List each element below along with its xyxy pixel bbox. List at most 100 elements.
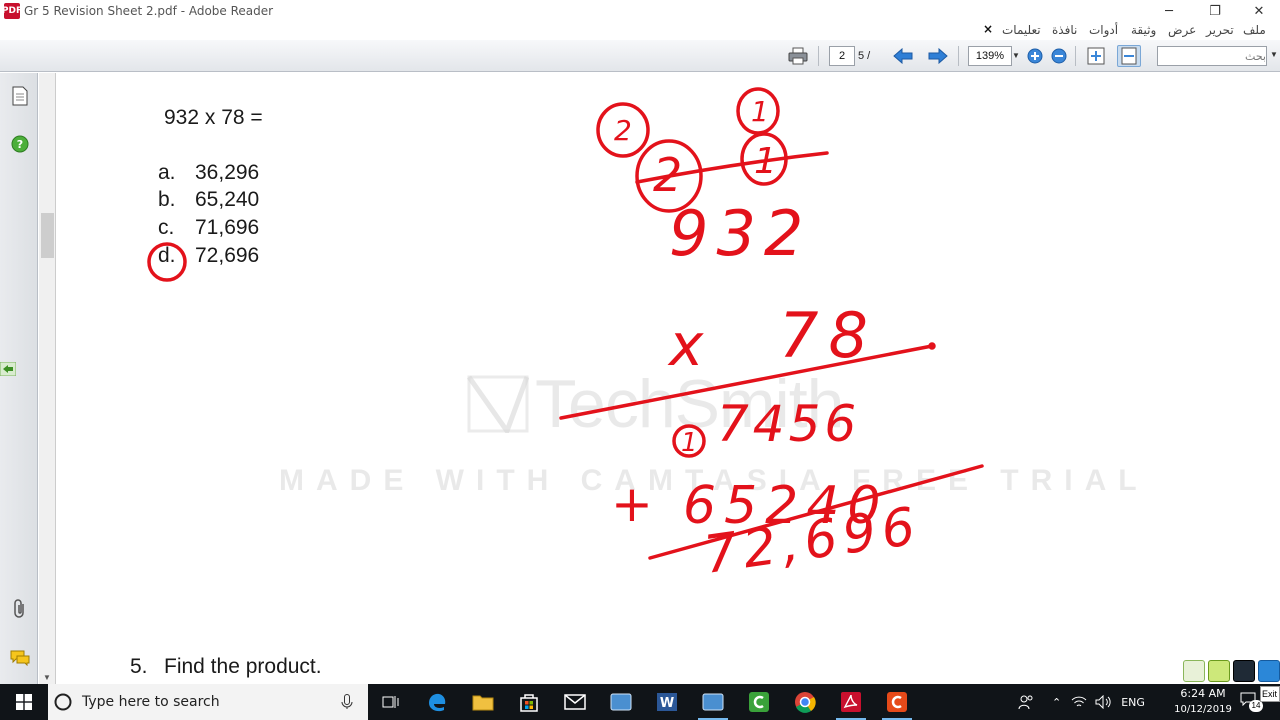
vertical-scrollbar[interactable]: ▼ bbox=[39, 73, 56, 684]
acrobat-icon bbox=[841, 692, 861, 712]
scroll-down-icon[interactable]: ▼ bbox=[43, 673, 51, 682]
edge-icon bbox=[429, 693, 446, 712]
system-clock[interactable]: 6:24 AM 10/12/2019 bbox=[1170, 686, 1236, 718]
window-title: Gr 5 Revision Sheet 2.pdf - Adobe Reader bbox=[24, 4, 274, 18]
recorder-exit-tag[interactable]: Exit bbox=[1260, 686, 1280, 702]
zoom-out-button[interactable] bbox=[1047, 45, 1071, 67]
word-icon: W bbox=[657, 693, 677, 711]
menu-file[interactable]: ملف bbox=[1243, 23, 1266, 37]
task-view-button[interactable] bbox=[368, 684, 414, 720]
multiplicand: 932 bbox=[669, 197, 811, 270]
clock-date: 10/12/2019 bbox=[1174, 704, 1232, 715]
shopping-bag-icon bbox=[520, 694, 538, 712]
zoom-in-icon bbox=[1027, 48, 1043, 64]
trash-icon[interactable] bbox=[1208, 660, 1230, 682]
menu-edit[interactable]: تحرير bbox=[1206, 23, 1234, 37]
taskbar-chrome[interactable] bbox=[782, 684, 828, 720]
network-app-icon bbox=[610, 693, 632, 711]
menu-help[interactable]: تعليمات bbox=[1002, 23, 1041, 37]
search-input[interactable] bbox=[1157, 46, 1267, 66]
camera-icon[interactable] bbox=[1233, 660, 1255, 682]
pages-panel-button[interactable] bbox=[9, 85, 31, 107]
svg-text:W: W bbox=[660, 696, 674, 711]
taskbar-search[interactable]: Type here to search bbox=[48, 684, 368, 720]
toolbar: 2 5 / 139% ▼ ▼ bbox=[0, 40, 1280, 72]
document-page: 932 x 78 = a. 36,296 b. 65,240 c. 71,696… bbox=[57, 73, 1280, 684]
minimize-button[interactable]: ─ bbox=[1146, 0, 1192, 22]
help-panel-button[interactable]: ? bbox=[9, 133, 31, 155]
print-button[interactable] bbox=[786, 45, 810, 67]
system-tray: ⌃ ENG bbox=[1018, 684, 1145, 720]
carry-digit: 1 bbox=[681, 428, 698, 458]
attachments-button[interactable] bbox=[9, 598, 31, 620]
camtasia-icon bbox=[749, 692, 769, 712]
arrow-left-icon bbox=[0, 362, 16, 376]
taskbar-word[interactable]: W bbox=[644, 684, 690, 720]
search-placeholder: Type here to search bbox=[82, 694, 220, 710]
input-language[interactable]: ENG bbox=[1121, 696, 1145, 709]
page-total: 5 / bbox=[858, 50, 871, 62]
volume-icon[interactable] bbox=[1095, 695, 1111, 709]
menu-bar: ملف تحرير عرض وثيقة أدوات نافذة تعليمات … bbox=[0, 22, 1280, 40]
toolbar-separator bbox=[818, 46, 819, 66]
page-thumbnail-icon bbox=[12, 86, 28, 106]
taskbar-edge[interactable] bbox=[414, 684, 460, 720]
arrow-right-icon bbox=[928, 48, 948, 64]
restore-button[interactable]: ❐ bbox=[1192, 0, 1238, 22]
taskbar-network-app[interactable] bbox=[598, 684, 644, 720]
menu-document[interactable]: وثيقة bbox=[1131, 23, 1156, 37]
action-center-button[interactable]: 14 bbox=[1240, 692, 1263, 712]
menu-view[interactable]: عرض bbox=[1168, 23, 1196, 37]
taskbar-network-app-active[interactable] bbox=[690, 684, 736, 720]
highlight-tool-icon[interactable] bbox=[1183, 660, 1205, 682]
taskbar-mail[interactable] bbox=[552, 684, 598, 720]
scrollbar-thumb[interactable] bbox=[41, 213, 54, 258]
recorder-tray bbox=[1183, 660, 1280, 684]
partial-product: 7456 bbox=[717, 395, 860, 453]
multiplication-sign: x bbox=[667, 311, 704, 379]
fit-page-icon bbox=[1087, 47, 1105, 65]
fit-width-button[interactable] bbox=[1117, 45, 1141, 67]
close-document-icon[interactable]: × bbox=[983, 22, 993, 36]
windows-logo-icon bbox=[16, 694, 32, 710]
previous-page-button[interactable] bbox=[891, 45, 915, 67]
zoom-in-button[interactable] bbox=[1023, 45, 1047, 67]
svg-text:?: ? bbox=[17, 138, 23, 151]
page-number-input[interactable]: 2 bbox=[829, 46, 855, 66]
toolbar-separator bbox=[1075, 46, 1076, 66]
zoom-out-icon bbox=[1051, 48, 1067, 64]
pdf-app-icon: PDF bbox=[2, 3, 22, 19]
cortana-icon bbox=[54, 693, 72, 711]
arrow-left-icon bbox=[893, 48, 913, 64]
taskbar-camtasia[interactable] bbox=[736, 684, 782, 720]
fit-page-button[interactable] bbox=[1084, 45, 1108, 67]
expand-pane-button[interactable] bbox=[0, 358, 16, 380]
chevron-up-icon[interactable]: ⌃ bbox=[1052, 696, 1061, 709]
comments-button[interactable] bbox=[9, 647, 31, 669]
taskbar-store[interactable] bbox=[506, 684, 552, 720]
carry-digit: 1 bbox=[754, 141, 777, 182]
start-button[interactable] bbox=[0, 684, 48, 720]
mail-icon bbox=[564, 694, 586, 710]
comment-icon bbox=[10, 650, 30, 666]
taskbar-file-explorer[interactable] bbox=[460, 684, 506, 720]
microphone-icon[interactable] bbox=[341, 694, 353, 710]
network-app-icon bbox=[702, 693, 724, 711]
menu-tools[interactable]: أدوات bbox=[1089, 23, 1118, 37]
taskbar-camtasia-recorder[interactable] bbox=[874, 684, 920, 720]
close-button[interactable]: ✕ bbox=[1236, 0, 1280, 22]
ink-annotations: 2 1 2 1 932 x 78 1 7456 + 65240 72,696 bbox=[147, 87, 984, 586]
next-page-button[interactable] bbox=[926, 45, 950, 67]
paperclip-icon bbox=[14, 599, 24, 618]
people-icon[interactable] bbox=[1018, 694, 1034, 710]
help-icon: ? bbox=[11, 135, 29, 153]
network-icon[interactable] bbox=[1071, 695, 1087, 709]
search-dropdown-icon[interactable]: ▼ bbox=[1270, 50, 1278, 59]
zoom-input[interactable]: 139% bbox=[968, 46, 1012, 66]
clock-time: 6:24 AM bbox=[1180, 687, 1226, 700]
chrome-icon bbox=[795, 692, 816, 713]
pointer-icon[interactable] bbox=[1258, 660, 1280, 682]
taskbar-adobe-reader[interactable] bbox=[828, 684, 874, 720]
menu-window[interactable]: نافذة bbox=[1052, 23, 1077, 37]
zoom-dropdown-icon[interactable]: ▼ bbox=[1012, 51, 1020, 60]
